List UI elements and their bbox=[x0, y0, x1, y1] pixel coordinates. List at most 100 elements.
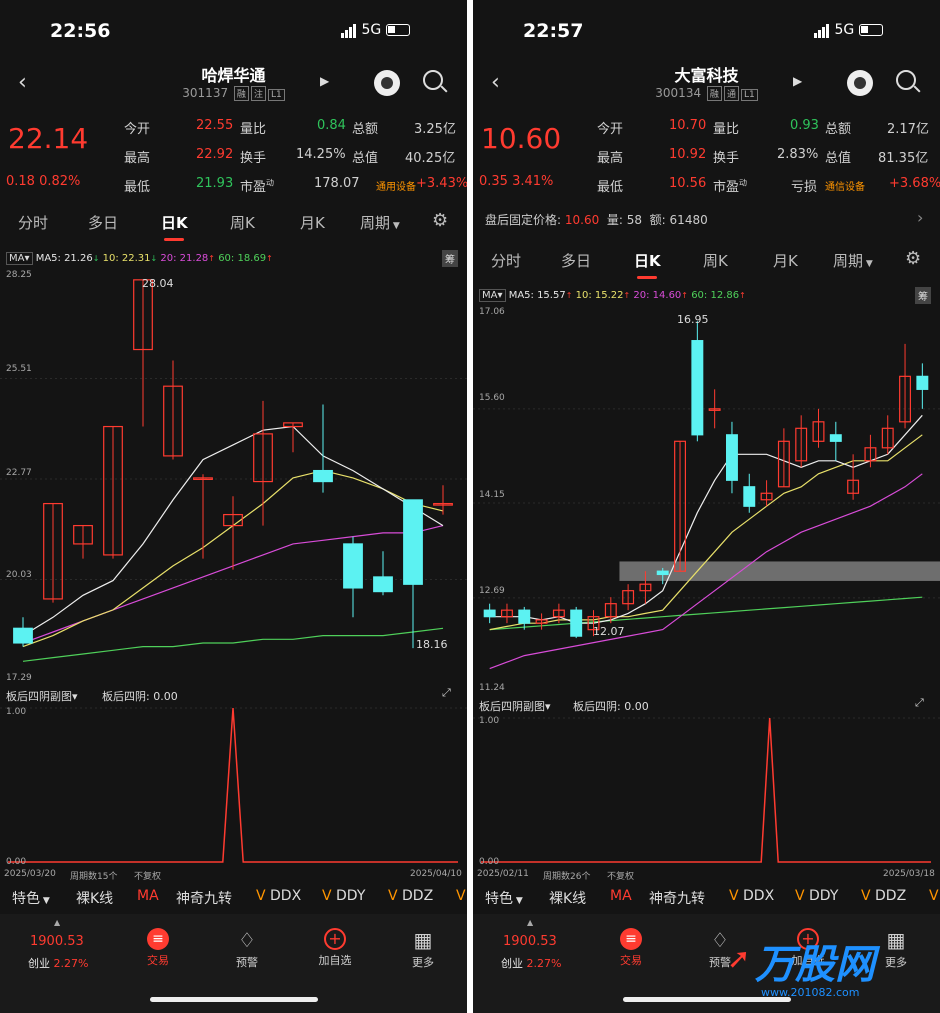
next-stock-icon[interactable]: ▶ bbox=[320, 74, 329, 88]
expand-icon[interactable]: ⤢ bbox=[915, 696, 924, 710]
value-volume-ratio: 0.93 bbox=[790, 118, 819, 133]
up-arrow-icon: ▲ bbox=[527, 918, 534, 927]
candlestick bbox=[500, 603, 513, 624]
adjust-mode: 不复权 bbox=[607, 872, 635, 882]
chips-button[interactable]: 筹 bbox=[442, 250, 458, 267]
mascot-icon[interactable] bbox=[374, 70, 400, 96]
sub-chart-value: 板后四阴: 0.00 bbox=[102, 690, 178, 703]
candlestick bbox=[43, 502, 63, 603]
label-pe: 市盈动 bbox=[240, 178, 275, 195]
ma-selector[interactable]: MA▾ bbox=[6, 252, 33, 265]
expand-icon[interactable]: ⤢ bbox=[442, 686, 451, 700]
candlestick bbox=[899, 343, 912, 429]
index-name: 创业 bbox=[501, 957, 523, 970]
tab-daily-k[interactable]: 日K bbox=[161, 212, 188, 241]
nav-trade[interactable]: ≡ 交易 bbox=[128, 928, 188, 968]
nav-more[interactable]: ▦ 更多 bbox=[393, 928, 453, 970]
indicator-tab-ddy[interactable]: V DDY bbox=[795, 888, 838, 904]
tab-intraday[interactable]: 分时 bbox=[491, 250, 521, 271]
candle-body bbox=[725, 434, 738, 481]
index-value[interactable]: 1900.53 bbox=[503, 934, 557, 949]
trade-icon: ≡ bbox=[147, 928, 169, 950]
bell-icon: ♢ bbox=[238, 928, 256, 952]
price-change: 0.18 bbox=[6, 174, 35, 189]
indicator-tab-nine-turn[interactable]: 神奇九转 bbox=[649, 888, 705, 908]
tab-monthly-k[interactable]: 月K bbox=[773, 250, 798, 271]
indicator-tab-ma[interactable]: MA bbox=[137, 888, 159, 904]
indicator-tab-ddy[interactable]: V DDY bbox=[322, 888, 365, 904]
candlestick bbox=[622, 584, 635, 611]
indicator-tab-special[interactable]: 特色 ▼ bbox=[12, 888, 50, 908]
y-axis-label-4: 20.03 bbox=[6, 570, 32, 580]
label-turnover: 换手 bbox=[240, 151, 267, 166]
indicator-tab-ddx[interactable]: V DDX bbox=[256, 888, 301, 904]
indicator-tab-ddz[interactable]: V DDZ bbox=[388, 888, 433, 904]
industry-name[interactable]: 通信设备 bbox=[825, 178, 865, 193]
indicator-tab-ddz[interactable]: V DDZ bbox=[861, 888, 906, 904]
candlestick bbox=[570, 606, 583, 639]
home-indicator[interactable] bbox=[150, 997, 318, 1002]
indicator-tab-special[interactable]: 特色 ▼ bbox=[485, 888, 523, 908]
after-hours-amt: 61480 bbox=[669, 213, 708, 227]
candlestick bbox=[13, 617, 33, 647]
tab-monthly-k[interactable]: 月K bbox=[300, 212, 325, 233]
kline-chart[interactable] bbox=[0, 268, 467, 686]
sub-chart bbox=[473, 717, 940, 863]
candlestick bbox=[373, 551, 393, 596]
value-volume-ratio: 0.84 bbox=[317, 118, 346, 133]
search-icon[interactable] bbox=[423, 70, 448, 93]
next-stock-icon[interactable]: ▶ bbox=[793, 74, 802, 88]
sub-chart-title[interactable]: 板后四阴副图▾ bbox=[6, 688, 78, 704]
indicator-tabs: 特色 ▼ 裸K线 MA 神奇九转 V DDX V DDY V DDZ V bbox=[0, 888, 467, 910]
tab-weekly-k[interactable]: 周K bbox=[703, 250, 728, 271]
grid-icon: ▦ bbox=[413, 928, 433, 952]
industry-name[interactable]: 通用设备 bbox=[376, 178, 416, 193]
chevron-right-icon[interactable]: › bbox=[917, 208, 923, 227]
tag-1: 融 bbox=[233, 86, 249, 101]
sub-chart-title[interactable]: 板后四阴副图▾ bbox=[479, 698, 551, 714]
value-open: 22.55 bbox=[196, 118, 234, 133]
indicator-tab-ma[interactable]: MA bbox=[610, 888, 632, 904]
tab-multiday[interactable]: 多日 bbox=[88, 212, 118, 233]
tab-intraday[interactable]: 分时 bbox=[18, 212, 48, 233]
candle-body bbox=[403, 499, 423, 585]
label-volume-ratio: 量比 bbox=[240, 122, 267, 137]
tab-period[interactable]: 周期 ▼ bbox=[833, 250, 873, 271]
low-annotation: 18.16 bbox=[416, 638, 448, 651]
settings-icon[interactable]: ⚙ bbox=[432, 210, 448, 231]
indicator-tab-ddx[interactable]: V DDX bbox=[729, 888, 774, 904]
search-icon[interactable] bbox=[896, 70, 921, 93]
after-hours-row: 盘后固定价格: 10.60 量: 58 额: 61480 bbox=[485, 211, 708, 228]
settings-icon[interactable]: ⚙ bbox=[905, 248, 921, 269]
date-start: 2025/03/20 bbox=[4, 869, 56, 879]
tab-multiday[interactable]: 多日 bbox=[561, 250, 591, 271]
label-pe: 市盈动 bbox=[713, 178, 748, 195]
tab-weekly-k[interactable]: 周K bbox=[230, 212, 255, 233]
nav-trade[interactable]: ≡ 交易 bbox=[601, 928, 661, 968]
ma60-line bbox=[22, 627, 444, 662]
price-change-row: 0.18 0.82% bbox=[6, 174, 80, 189]
nav-alert[interactable]: ♢ 预警 bbox=[217, 928, 277, 970]
tab-period[interactable]: 周期 ▼ bbox=[360, 212, 400, 233]
chips-button[interactable]: 筹 bbox=[915, 287, 931, 304]
kline-chart[interactable] bbox=[473, 306, 940, 696]
y-axis-bottom: 17.29 bbox=[6, 673, 32, 683]
candlestick bbox=[193, 474, 213, 559]
nav-add-watchlist[interactable]: + 加自选 bbox=[305, 928, 365, 968]
candle-body bbox=[656, 570, 669, 576]
candlestick bbox=[795, 415, 808, 468]
indicator-tab-plain-k[interactable]: 裸K线 bbox=[549, 888, 586, 908]
price-change-pct: 3.41% bbox=[512, 174, 554, 189]
tab-daily-k[interactable]: 日K bbox=[634, 250, 661, 279]
label-open: 今开 bbox=[597, 122, 624, 137]
y-axis-label-2: 15.60 bbox=[479, 393, 505, 403]
value-open: 10.70 bbox=[669, 118, 707, 133]
mascot-icon[interactable] bbox=[847, 70, 873, 96]
index-value[interactable]: 1900.53 bbox=[30, 934, 84, 949]
candle-body bbox=[743, 486, 756, 507]
indicator-tab-nine-turn[interactable]: 神奇九转 bbox=[176, 888, 232, 908]
ma5-line bbox=[489, 414, 923, 624]
indicator-tab-plain-k[interactable]: 裸K线 bbox=[76, 888, 113, 908]
value-market-cap: 40.25亿 bbox=[405, 151, 456, 166]
ma-selector[interactable]: MA▾ bbox=[479, 289, 506, 302]
